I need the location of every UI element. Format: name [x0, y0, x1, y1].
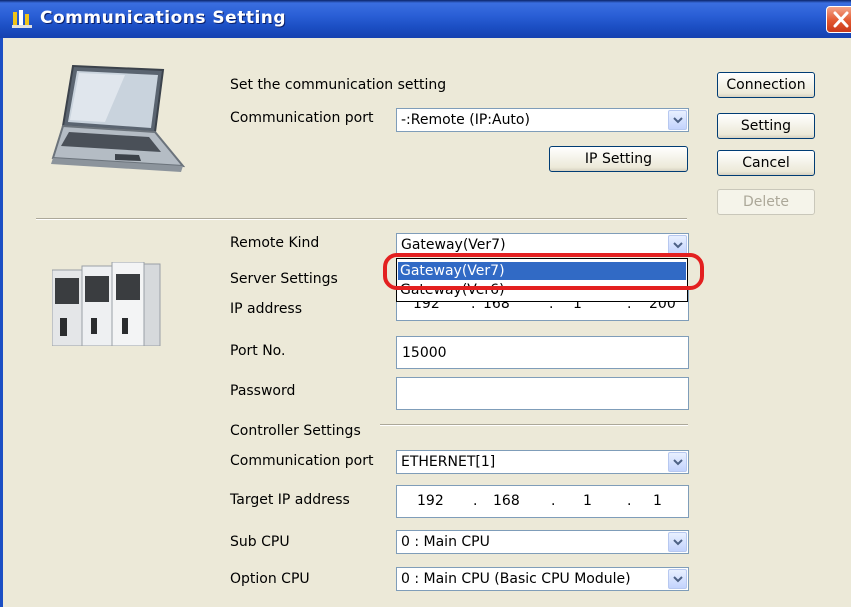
close-button[interactable] — [826, 6, 851, 33]
remote-kind-label: Remote Kind — [230, 235, 320, 251]
password-label: Password — [230, 383, 296, 399]
comm-port-label: Communication port — [230, 110, 374, 126]
dropdown-arrow-button[interactable] — [668, 235, 687, 255]
laptop-icon — [51, 64, 185, 172]
password-field[interactable] — [396, 377, 689, 410]
chevron-down-icon — [673, 459, 683, 466]
controller-comm-port-select[interactable]: ETHERNET[1] — [396, 450, 689, 474]
ip-setting-button[interactable]: IP Setting — [549, 146, 688, 172]
controller-comm-port-label: Communication port — [230, 453, 374, 469]
section-heading: Set the communication setting — [230, 77, 447, 93]
server-settings-label: Server Settings — [230, 271, 338, 287]
chevron-down-icon — [673, 242, 683, 249]
dropdown-arrow-button[interactable] — [668, 110, 687, 130]
title-bar: Communications Setting — [0, 0, 851, 38]
target-ip-label: Target IP address — [230, 492, 350, 508]
controller-comm-port-value: ETHERNET[1] — [401, 454, 496, 470]
setting-button[interactable]: Setting — [717, 113, 815, 139]
ip-octet: 1 — [653, 493, 662, 509]
controller-settings-heading: Controller Settings — [230, 423, 361, 439]
port-no-field[interactable]: 15000 — [396, 336, 689, 369]
section-divider — [36, 218, 687, 220]
ip-address-label: IP address — [230, 301, 303, 317]
ip-octet: 192 — [417, 493, 444, 509]
target-ip-field[interactable]: 192 . 168 . 1 . 1 — [396, 485, 689, 518]
connection-button[interactable]: Connection — [717, 72, 815, 98]
ip-dot: . — [551, 493, 556, 509]
chevron-down-icon — [673, 576, 683, 583]
app-icon — [12, 10, 32, 28]
port-no-value: 15000 — [402, 345, 447, 361]
ip-octet: 1 — [583, 493, 592, 509]
option-cpu-value: 0 : Main CPU (Basic CPU Module) — [401, 571, 631, 587]
ip-octet: 168 — [493, 493, 520, 509]
comm-port-select[interactable]: -:Remote (IP:Auto) — [396, 108, 689, 132]
highlight-annotation — [383, 253, 704, 290]
window-frame — [0, 38, 3, 607]
ip-dot: . — [473, 493, 478, 509]
sub-cpu-label: Sub CPU — [230, 534, 290, 550]
comm-port-value: -:Remote (IP:Auto) — [401, 112, 530, 128]
close-icon — [833, 11, 849, 28]
sub-cpu-value: 0 : Main CPU — [401, 534, 490, 550]
chevron-down-icon — [673, 117, 683, 124]
remote-kind-value: Gateway(Ver7) — [401, 237, 506, 253]
communications-setting-dialog: Communications Setting Set the communica… — [0, 0, 851, 607]
controller-divider — [380, 424, 688, 426]
port-no-label: Port No. — [230, 343, 286, 359]
dropdown-arrow-button[interactable] — [668, 569, 687, 589]
option-cpu-label: Option CPU — [230, 571, 310, 587]
controller-icon — [52, 262, 161, 346]
ip-dot: . — [627, 493, 632, 509]
cancel-button[interactable]: Cancel — [717, 150, 815, 176]
window-title: Communications Setting — [40, 8, 287, 28]
dropdown-arrow-button[interactable] — [668, 452, 687, 472]
delete-button[interactable]: Delete — [717, 189, 815, 215]
chevron-down-icon — [673, 539, 683, 546]
dropdown-arrow-button[interactable] — [668, 532, 687, 552]
sub-cpu-select[interactable]: 0 : Main CPU — [396, 530, 689, 554]
option-cpu-select[interactable]: 0 : Main CPU (Basic CPU Module) — [396, 567, 689, 591]
